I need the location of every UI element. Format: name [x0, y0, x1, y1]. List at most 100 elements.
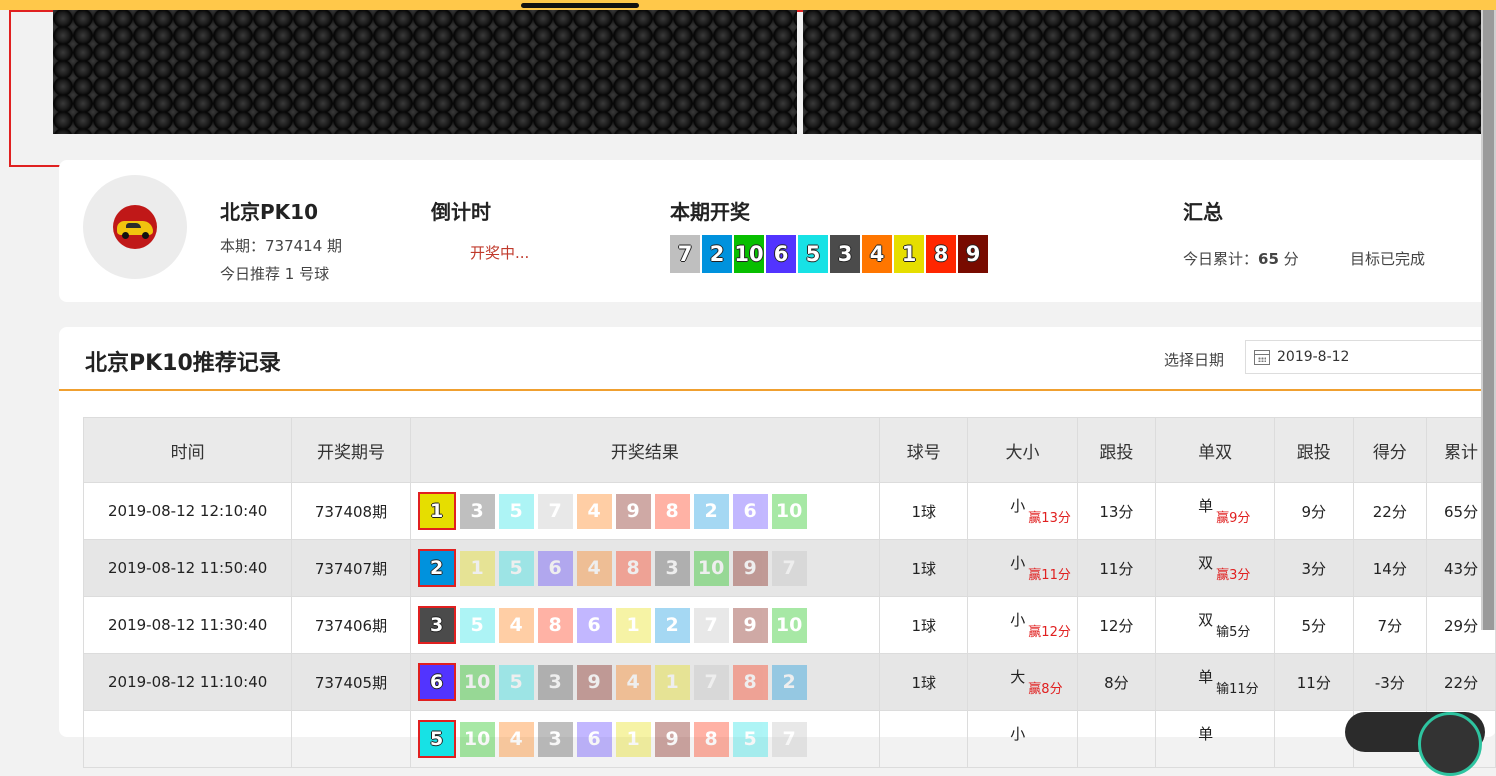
issue-number: 737406期 [291, 596, 411, 654]
date-picker[interactable]: 2019-8-12 [1245, 340, 1496, 374]
ball-3: 3 [537, 664, 573, 700]
odd-even-cell-value: 单 [1198, 725, 1214, 743]
record-table: 时间 开奖期号 开奖结果 球号 大小 跟投 单双 跟投 得分 累计 2019-08-12 12:1… [82, 417, 1496, 768]
ball-7: 7 [670, 235, 700, 273]
ball-1: 1 [615, 721, 651, 757]
draw-result: 1 3 5 7 4 9 8 2 6 10 [409, 482, 881, 540]
top-bar [0, 0, 1496, 10]
ball-number: 1球 [879, 482, 969, 540]
ball-1: 1 [654, 664, 690, 700]
score: 14分 [1352, 539, 1428, 597]
size-cell: 小赢11分 [967, 539, 1078, 597]
follow-amount: 13分 [1076, 482, 1157, 540]
follow-amount: 11分 [1274, 653, 1354, 711]
odd-even-cell-result: 赢9分 [1216, 511, 1251, 526]
ball-10: 10 [693, 550, 729, 586]
ball-5: 5 [417, 720, 456, 758]
size-cell-result: 赢13分 [1028, 511, 1071, 526]
ball-9: 9 [732, 550, 768, 586]
odd-even-cell: 单输11分 [1155, 653, 1276, 711]
ball-9: 9 [654, 721, 690, 757]
table-row[interactable]: 2019-08-12 11:10:40 737405期 6 10 5 3 9 4 1 7 8 2 1球大… [82, 653, 1496, 711]
ball-6: 6 [537, 550, 573, 586]
scrollbar-thumb[interactable] [1483, 10, 1494, 630]
size-cell: 小赢12分 [967, 596, 1078, 654]
follow-amount: 11分 [1076, 539, 1157, 597]
odd-even-cell: 单赢9分 [1155, 482, 1276, 540]
table-row[interactable]: 2019-08-12 11:50:40 737407期 2 1 5 6 4 8 3 10 9 7 1球小… [82, 539, 1496, 597]
ball-10: 10 [459, 664, 495, 700]
ball-5: 5 [498, 664, 534, 700]
odd-even-cell: 双赢3分 [1155, 539, 1276, 597]
countdown-title: 倒计时 [431, 200, 491, 224]
summary-goal: 目标已完成 [1350, 250, 1426, 268]
follow-amount [1076, 710, 1157, 768]
issue-number [291, 710, 411, 768]
ball-4: 4 [576, 493, 612, 529]
table-row[interactable]: 2019-08-12 11:30:40 737406期 3 5 4 8 6 1 2 7 9 10 1球小… [82, 596, 1496, 654]
ball-7: 7 [771, 550, 807, 586]
odd-even-cell-result: 赢3分 [1216, 568, 1251, 583]
table-row[interactable]: 2019-08-12 12:10:40 737408期 1 3 5 7 4 9 8 2 6 10 1球小… [82, 482, 1496, 540]
banner-image-right[interactable] [803, 10, 1487, 134]
odd-even-cell-value: 单 [1198, 497, 1214, 515]
ball-10: 10 [771, 493, 807, 529]
summary-today: 今日累计：65 分 [1183, 248, 1299, 269]
odd-even-cell-result: 输11分 [1216, 682, 1259, 697]
scrollbar[interactable] [1481, 10, 1496, 630]
ball-6: 6 [766, 235, 796, 273]
ball-4: 4 [862, 235, 892, 273]
column-header: 跟投 [1076, 417, 1157, 483]
ball-2: 2 [702, 235, 732, 273]
ball-4: 4 [615, 664, 651, 700]
size-cell-result: 赢11分 [1028, 568, 1071, 583]
column-header: 得分 [1352, 417, 1428, 483]
ball-9: 9 [615, 493, 651, 529]
ball-2: 2 [417, 549, 456, 587]
score: -3分 [1352, 653, 1428, 711]
column-header: 开奖结果 [409, 417, 881, 483]
size-cell-value: 小 [1010, 725, 1026, 743]
total: 22分 [1426, 653, 1496, 711]
floating-circle-button[interactable] [1418, 712, 1482, 776]
ball-1: 1 [417, 492, 456, 530]
ball-1: 1 [459, 550, 495, 586]
ball-7: 7 [537, 493, 573, 529]
record-title: 北京PK10推荐记录 [85, 351, 281, 376]
table-row[interactable]: 5 10 4 3 6 1 9 8 5 7 小单 [82, 710, 1496, 768]
ball-3: 3 [654, 550, 690, 586]
summary-title: 汇总 [1183, 200, 1223, 224]
ball-6: 6 [576, 721, 612, 757]
ball-8: 8 [537, 607, 573, 643]
ball-10: 10 [459, 721, 495, 757]
draw-time [82, 710, 293, 768]
size-cell: 大赢8分 [967, 653, 1078, 711]
draw-time: 2019-08-12 11:10:40 [82, 653, 293, 711]
odd-even-cell-result: 输5分 [1216, 625, 1251, 640]
ball-1: 1 [615, 607, 651, 643]
record-card: 北京PK10推荐记录 选择日期 2019-8-12 时间 开奖期号 开奖结果 球号 大小… [59, 327, 1496, 768]
ball-3: 3 [417, 606, 456, 644]
follow-amount: 5分 [1274, 596, 1354, 654]
score: 22分 [1352, 482, 1428, 540]
size-cell: 小赢13分 [967, 482, 1078, 540]
ball-6: 6 [417, 663, 456, 701]
size-cell-result: 赢12分 [1028, 625, 1071, 640]
draw-result: 6 10 5 3 9 4 1 7 8 2 [409, 653, 881, 711]
draw-result: 5 10 4 3 6 1 9 8 5 7 [409, 710, 881, 768]
banner-image-left[interactable] [53, 10, 797, 134]
drag-handle[interactable] [521, 3, 639, 8]
ball-5: 5 [498, 550, 534, 586]
lottery-name: 北京PK10 [220, 200, 318, 224]
title-underline [59, 389, 1496, 391]
column-header: 开奖期号 [291, 417, 411, 483]
size-cell-value: 小 [1010, 611, 1026, 629]
ball-8: 8 [693, 721, 729, 757]
current-draw-title: 本期开奖 [670, 200, 750, 224]
column-header: 跟投 [1274, 417, 1354, 483]
issue-number: 737408期 [291, 482, 411, 540]
column-header: 单双 [1155, 417, 1276, 483]
follow-amount: 9分 [1274, 482, 1354, 540]
ball-5: 5 [498, 493, 534, 529]
ball-5: 5 [798, 235, 828, 273]
